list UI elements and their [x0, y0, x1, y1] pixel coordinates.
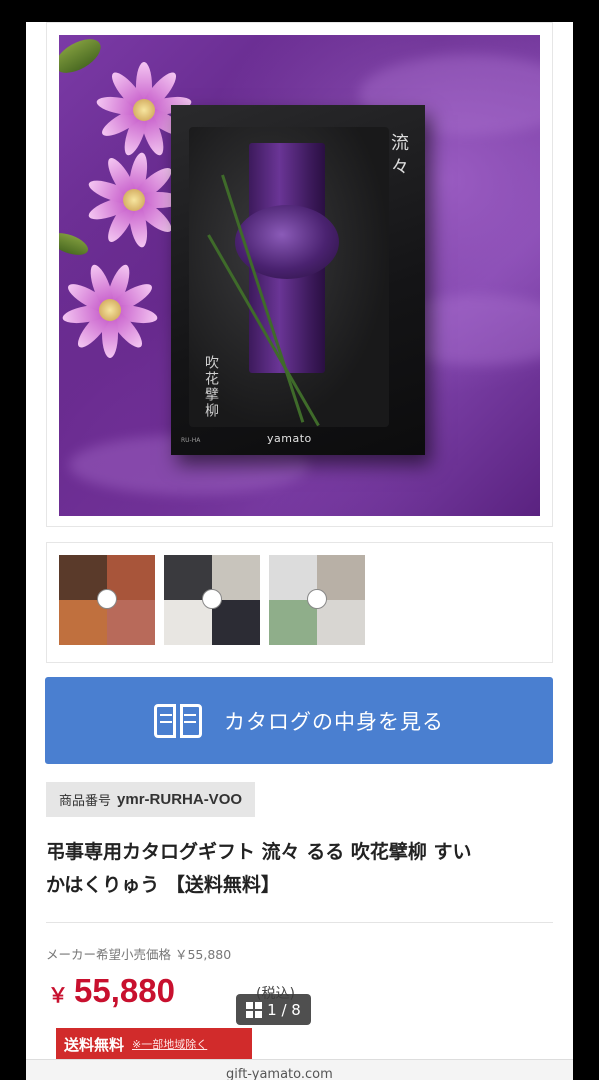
thumbnail-strip — [46, 542, 553, 663]
product-number-label: 商品番号 — [59, 794, 112, 809]
thumbnail-goods[interactable] — [164, 555, 260, 645]
product-title: 弔事専用カタログギフト 流々 るる 吹花擘柳 すい かはくりゅう 【送料無料】 — [46, 836, 556, 902]
grid-icon — [246, 1001, 263, 1018]
status-bar — [0, 0, 599, 22]
product-page: 流々 吹花擘柳 RU-HA yamato カタログの中身を見る 商品番号 ymr… — [26, 22, 573, 1080]
thumbnail-appliances[interactable] — [269, 555, 365, 645]
leaf-decoration — [59, 35, 107, 80]
book-icon — [154, 703, 202, 738]
product-main-image[interactable]: 流々 吹花擘柳 RU-HA yamato — [46, 22, 553, 527]
product-number-value: ymr-RURHA-VOO — [117, 791, 243, 808]
thumbnail-food[interactable] — [59, 555, 155, 645]
leaf-decoration — [59, 228, 91, 260]
catalog-code: RU-HA — [181, 437, 201, 444]
flower-decoration — [59, 255, 165, 365]
url-text: gift-yamato.com — [226, 1067, 333, 1080]
catalog-title: 流々 — [388, 133, 409, 181]
image-pager[interactable]: 1 / 8 — [236, 994, 311, 1025]
catalog-subtitle: 吹花擘柳 — [203, 355, 219, 419]
price-value: 55,880 — [74, 972, 175, 1009]
product-number: 商品番号 ymr-RURHA-VOO — [46, 782, 256, 817]
pager-text: 1 / 8 — [267, 1000, 301, 1019]
browser-bottom-bar: gift-yamato.com — [26, 1059, 573, 1080]
view-catalog-button[interactable]: カタログの中身を見る — [45, 677, 553, 764]
currency-symbol: ￥ — [48, 985, 68, 1007]
product-photo: 流々 吹花擘柳 RU-HA yamato — [59, 35, 540, 516]
sale-price: ￥ 55,880 — [48, 972, 175, 1010]
shipping-note-link[interactable]: ※一部地域除く — [132, 1036, 207, 1052]
product-title-line2: かはくりゅう 【送料無料】 — [46, 874, 280, 896]
product-title-line1: 弔事専用カタログギフト 流々 るる 吹花擘柳 すい — [46, 841, 472, 863]
free-shipping-label: 送料無料 — [64, 1035, 125, 1054]
catalog-cover: 流々 吹花擘柳 RU-HA yamato — [171, 105, 425, 455]
divider — [46, 922, 553, 923]
msrp-text: メーカー希望小売価格 ￥55,880 — [46, 947, 232, 962]
brand-logo: yamato — [267, 432, 312, 445]
free-shipping-badge: 送料無料 ※一部地域除く — [56, 1028, 252, 1060]
view-catalog-label: カタログの中身を見る — [224, 709, 444, 734]
